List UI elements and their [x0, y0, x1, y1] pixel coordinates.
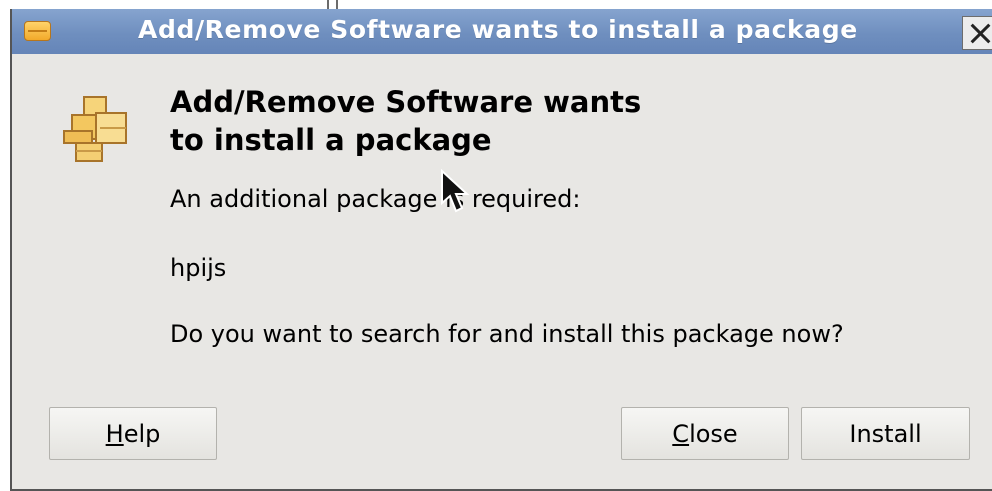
help-button[interactable]: Help	[49, 407, 217, 460]
mouse-pointer-icon	[441, 169, 470, 213]
install-question: Do you want to search for and install th…	[170, 320, 844, 348]
heading-line-1: Add/Remove Software wants	[170, 85, 642, 119]
install-label: Install	[849, 419, 922, 448]
title-bar[interactable]: Add/Remove Software wants to install a p…	[12, 9, 992, 54]
dialog-heading: Add/Remove Software wants to install a p…	[170, 83, 770, 159]
close-button[interactable]: Close	[621, 407, 789, 460]
package-icon	[63, 96, 127, 162]
install-button[interactable]: Install	[801, 407, 970, 460]
heading-line-2: to install a package	[170, 123, 492, 157]
help-mnemonic: H	[105, 419, 124, 448]
install-package-dialog: Add/Remove Software wants to install a p…	[10, 9, 992, 491]
window-title: Add/Remove Software wants to install a p…	[138, 15, 858, 44]
close-mnemonic: C	[672, 419, 690, 448]
help-label-rest: elp	[123, 419, 161, 448]
window-menu-icon[interactable]	[24, 21, 51, 41]
required-message: An additional package is required:	[170, 185, 581, 213]
package-name: hpijs	[170, 254, 227, 282]
close-icon[interactable]	[962, 16, 992, 50]
close-label-rest: lose	[689, 419, 738, 448]
